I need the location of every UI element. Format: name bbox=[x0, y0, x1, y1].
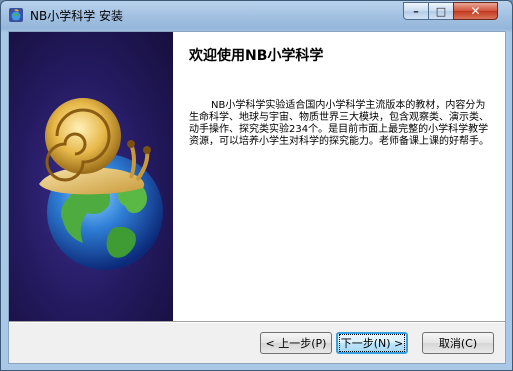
app-icon bbox=[9, 8, 23, 22]
divider bbox=[9, 321, 505, 323]
window-title: NB小学科学 安装 bbox=[30, 9, 124, 23]
back-button[interactable]: < 上一步(P) bbox=[260, 332, 332, 354]
banner-illustration bbox=[39, 98, 163, 270]
wizard-client-area: 欢迎使用NB小学科学 NB小学科学实验适合国内小学科学主流版本的教材，内容分为生… bbox=[8, 31, 506, 364]
cancel-button[interactable]: 取消(C) bbox=[422, 332, 494, 354]
next-button[interactable]: 下一步(N) > bbox=[336, 332, 408, 354]
minimize-icon: – bbox=[413, 4, 419, 18]
next-button-label: 下一步(N) > bbox=[338, 334, 406, 352]
minimize-button[interactable]: – bbox=[403, 2, 429, 20]
snail-icon bbox=[39, 98, 151, 195]
wizard-banner bbox=[9, 32, 173, 321]
page-title: 欢迎使用NB小学科学 bbox=[189, 48, 324, 64]
maximize-button[interactable]: □ bbox=[428, 2, 454, 20]
maximize-icon: □ bbox=[435, 4, 447, 18]
close-button[interactable]: ✕ bbox=[453, 2, 498, 20]
installer-window: NB小学科学 安装 – □ ✕ 欢迎使用NB小学科学 NB小学科学实验适合国内小… bbox=[0, 0, 513, 371]
close-icon: ✕ bbox=[470, 4, 481, 18]
title-bar[interactable]: NB小学科学 安装 – □ ✕ bbox=[1, 1, 512, 31]
description-text: NB小学科学实验适合国内小学科学主流版本的教材，内容分为生命科学、地球与宇宙、物… bbox=[189, 100, 489, 147]
wizard-content: 欢迎使用NB小学科学 NB小学科学实验适合国内小学科学主流版本的教材，内容分为生… bbox=[173, 32, 505, 321]
